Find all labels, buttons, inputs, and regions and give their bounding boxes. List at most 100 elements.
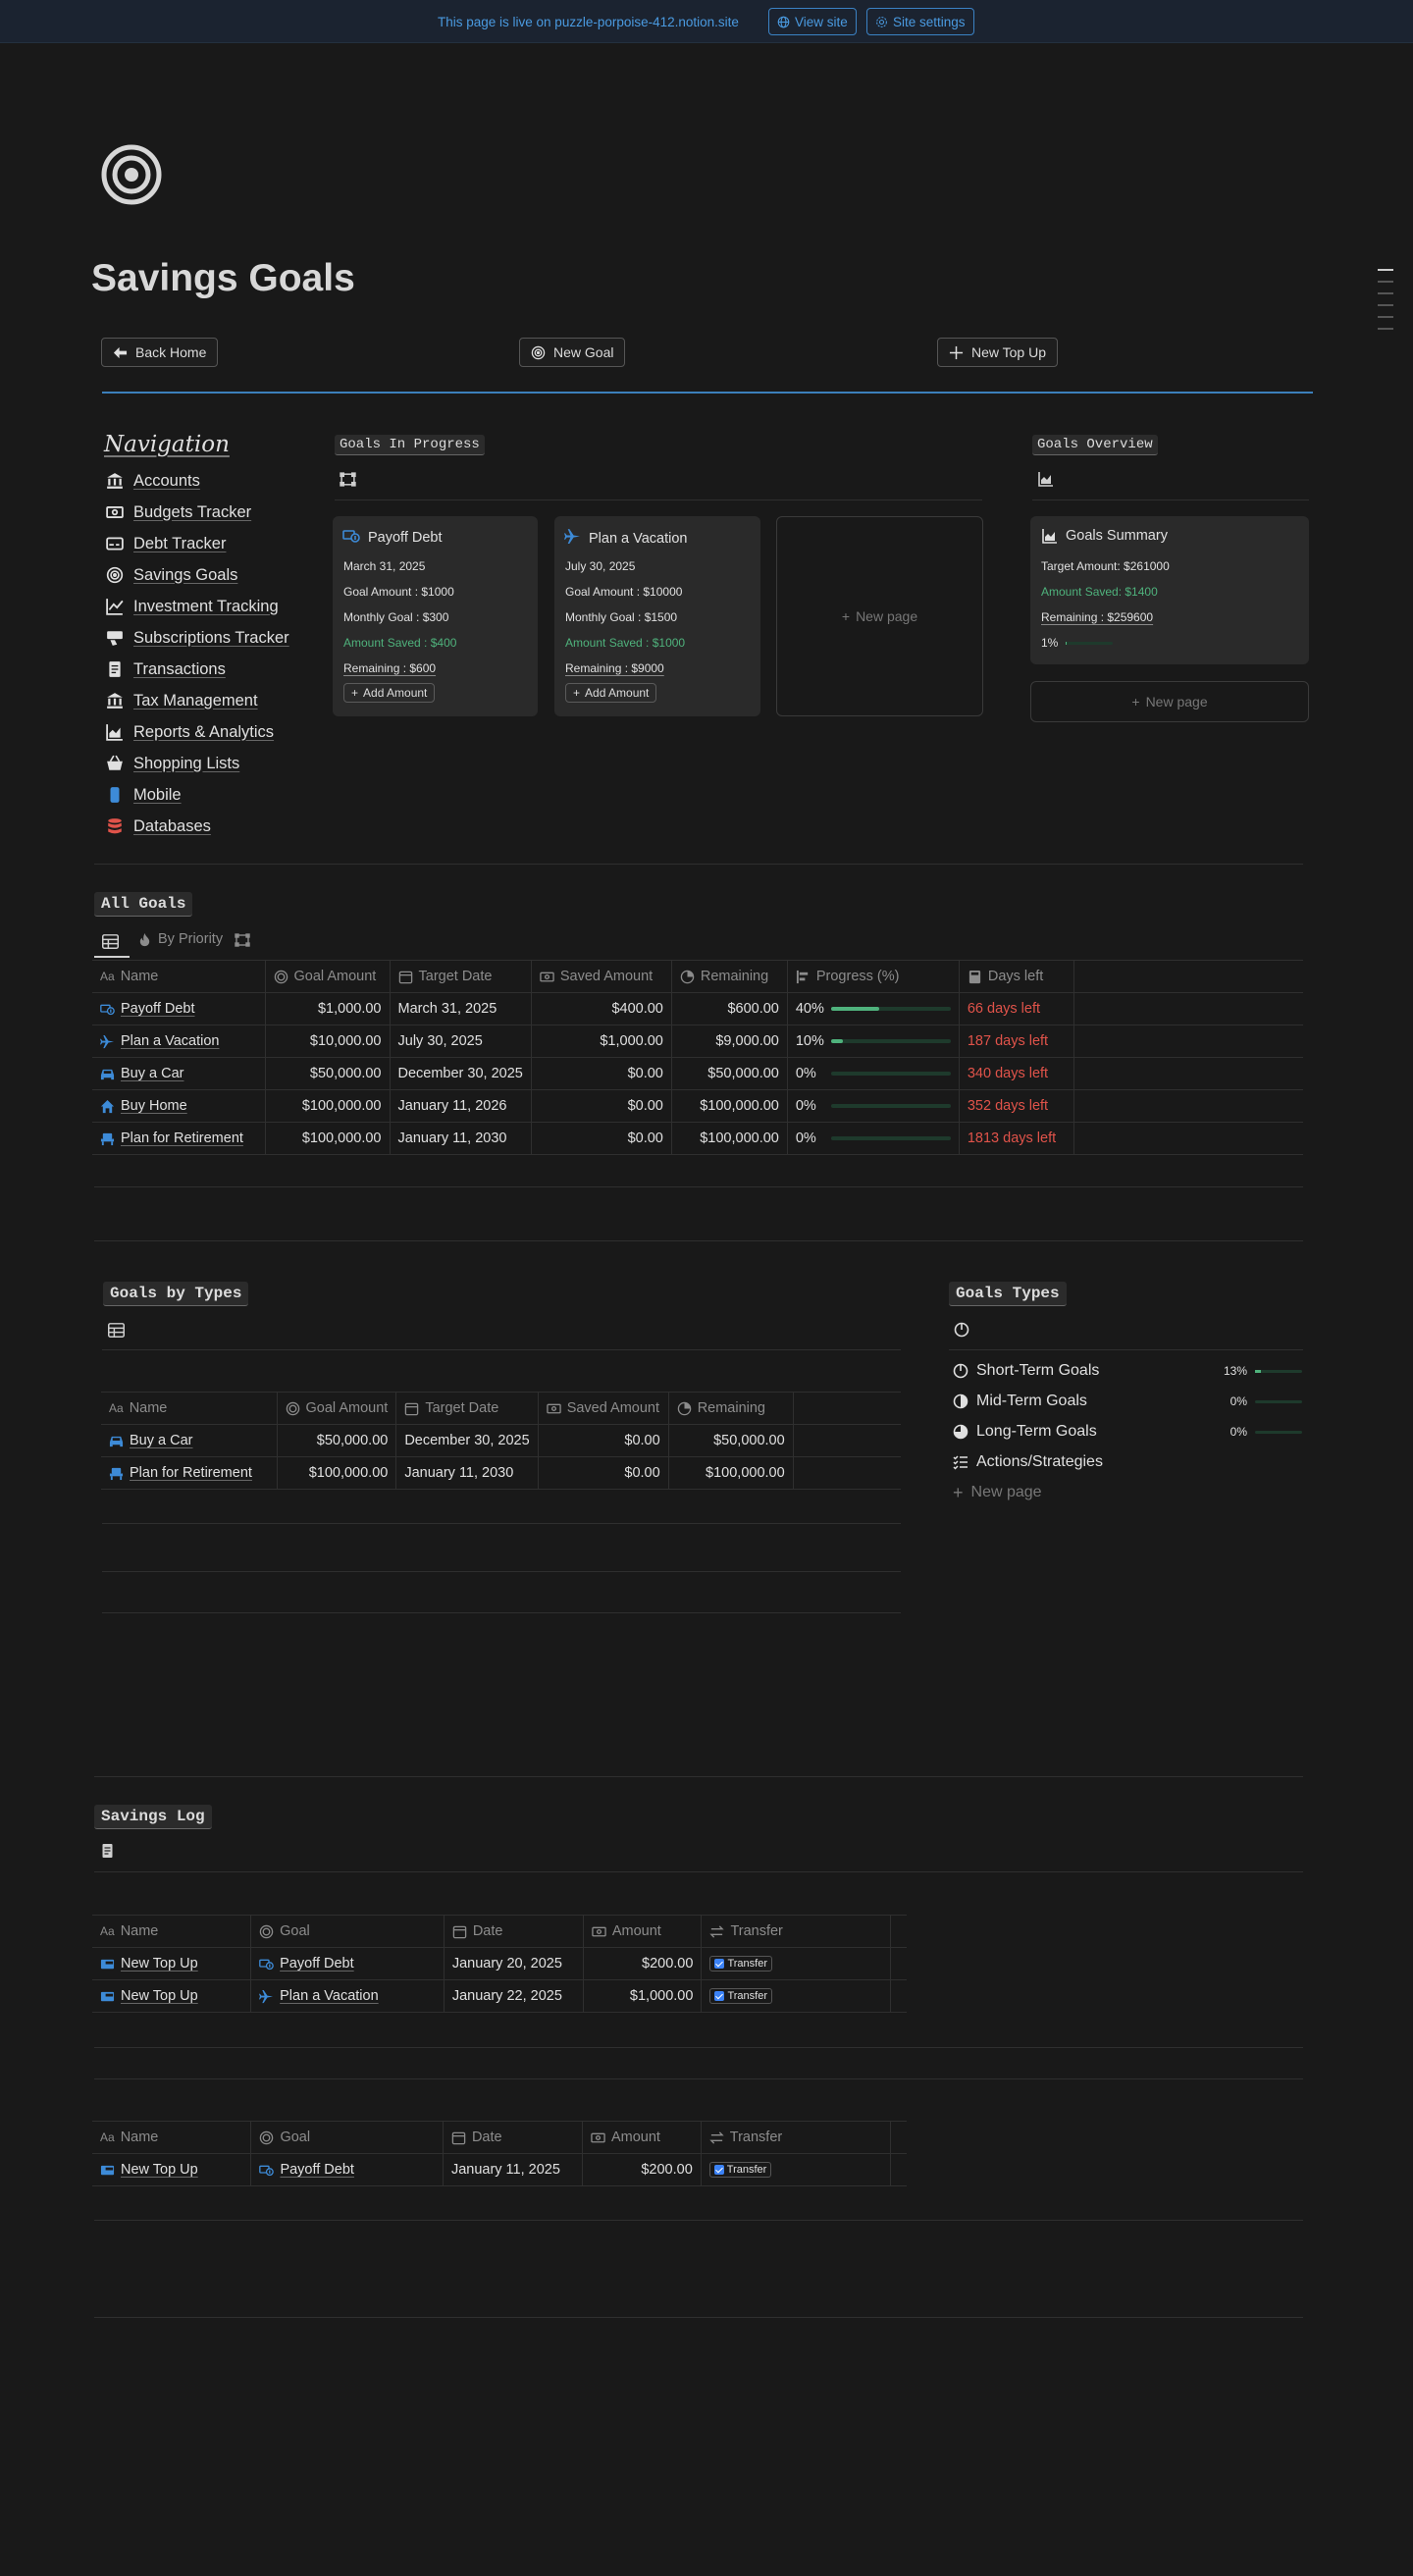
cell-name[interactable]: Buy a Car	[92, 1058, 265, 1090]
toc-marker[interactable]	[1378, 281, 1393, 283]
column-header-date[interactable]: Date	[442, 2121, 583, 2154]
nav-item-databases[interactable]: Databases	[106, 815, 211, 838]
toc-marker[interactable]	[1378, 304, 1393, 306]
goal-card-payoff-debt[interactable]: Payoff Debt March 31, 2025 Goal Amount :…	[333, 516, 538, 716]
column-header-name[interactable]: Aa Name	[92, 1916, 251, 1948]
toc-marker[interactable]	[1378, 269, 1393, 271]
column-header-transfer[interactable]: Transfer	[701, 1915, 891, 1948]
column-header-goal[interactable]: Goal	[250, 1915, 445, 1948]
new-top-up-button[interactable]: New Top Up	[937, 338, 1059, 367]
goals-summary-card[interactable]: Goals Summary Target Amount: $261000 Amo…	[1030, 516, 1309, 664]
cell-goal[interactable]: Payoff Debt	[250, 2153, 444, 2186]
table-row[interactable]: New Top Up Plan a Vacation January 22, 202…	[92, 1979, 907, 2013]
view-site-button[interactable]: View site	[768, 8, 857, 35]
cell-name[interactable]: Payoff Debt	[92, 993, 265, 1025]
column-header-remaining[interactable]: Remaining	[670, 960, 788, 993]
cell-name[interactable]: Plan for Retirement	[101, 1457, 277, 1490]
toc-marker[interactable]	[1378, 292, 1393, 294]
target-page-icon[interactable]	[101, 144, 162, 205]
nav-item-savings-goals[interactable]: Savings Goals	[106, 563, 237, 587]
site-settings-button[interactable]: Site settings	[866, 8, 974, 35]
new-goal-button[interactable]: New Goal	[519, 338, 626, 367]
column-header-saved-amount[interactable]: Saved Amount	[530, 960, 672, 993]
nav-item-investment-tracking[interactable]: Investment Tracking	[106, 595, 279, 618]
column-header-goal-amount[interactable]: Goal Amount	[276, 1392, 396, 1425]
back-home-button[interactable]: Back Home	[101, 338, 219, 367]
new-page-button[interactable]: + New page	[953, 1481, 1042, 1504]
table-row[interactable]: Buy a Car $50,000.00 December 30, 2025 $0.0…	[92, 1057, 1303, 1090]
nav-item-debt-tracker[interactable]: Debt Tracker	[106, 532, 226, 555]
tab-by-priority[interactable]: By Priority	[137, 931, 223, 947]
table-row[interactable]: Payoff Debt $1,000.00 March 31, 2025 $400.0…	[92, 992, 1303, 1025]
cell-name[interactable]: Plan for Retirement	[92, 1123, 265, 1155]
goal-type-actions-strategies[interactable]: Actions/Strategies	[953, 1450, 1103, 1474]
table-row[interactable]: Buy a Car $50,000.00 December 30, 2025 $0.0…	[101, 1424, 901, 1457]
column-header-amount[interactable]: Amount	[581, 2121, 702, 2154]
column-header-target-date[interactable]: Target Date	[389, 960, 532, 993]
nav-item-reports-analytics[interactable]: Reports & Analytics	[106, 720, 274, 744]
table-icon[interactable]	[108, 1323, 125, 1338]
column-header-target-date[interactable]: Target Date	[395, 1392, 539, 1425]
goal-type-mid-term-goals[interactable]: Mid-Term Goals	[953, 1390, 1087, 1413]
goal-type-short-term-goals[interactable]: Short-Term Goals	[953, 1359, 1099, 1383]
nav-item-tax-management[interactable]: Tax Management	[106, 689, 258, 712]
nav-item-subscriptions-tracker[interactable]: Subscriptions Tracker	[106, 626, 289, 650]
view-site-label: View site	[795, 14, 848, 29]
table-row[interactable]: Plan a Vacation $10,000.00 July 30, 2025 $1…	[92, 1025, 1303, 1058]
column-header-progress[interactable]: Progress (%)	[786, 960, 960, 993]
cell-name[interactable]: New Top Up	[92, 2154, 251, 2186]
cell-name[interactable]: Plan a Vacation	[92, 1025, 265, 1058]
column-header-name[interactable]: Aa Name	[92, 2122, 251, 2154]
card-amount-saved: Amount Saved : $400	[343, 636, 457, 650]
column-header-date[interactable]: Date	[443, 1915, 584, 1948]
cell-goal[interactable]: Plan a Vacation	[250, 1979, 445, 2013]
column-header-amount[interactable]: Amount	[582, 1915, 702, 1948]
nav-item-mobile[interactable]: Mobile	[106, 783, 182, 807]
table-row[interactable]: Plan for Retirement $100,000.00 January 11…	[92, 1122, 1303, 1155]
column-header-remaining[interactable]: Remaining	[667, 1392, 794, 1425]
column-header-goal[interactable]: Goal	[250, 2121, 444, 2154]
pie-icon[interactable]	[954, 1322, 969, 1338]
table-row[interactable]: New Top Up Payoff Debt January 20, 2025 $20…	[92, 1947, 907, 1980]
goal-type-long-term-goals[interactable]: Long-Term Goals	[953, 1420, 1097, 1444]
column-header-transfer[interactable]: Transfer	[700, 2121, 891, 2154]
nav-item-shopping-lists[interactable]: Shopping Lists	[106, 752, 239, 775]
toc-marker[interactable]	[1378, 316, 1393, 318]
card-date: July 30, 2025	[565, 559, 636, 573]
cell-name[interactable]: New Top Up	[92, 1948, 251, 1980]
cell-name[interactable]: Buy a Car	[101, 1425, 277, 1457]
tab-table[interactable]	[94, 928, 130, 958]
nav-item-accounts[interactable]: Accounts	[106, 469, 200, 493]
cell-saved-amount: $400.00	[530, 992, 672, 1025]
cell-progress: 0%	[786, 1089, 960, 1123]
transfer-icon	[709, 1924, 725, 1939]
column-header-saved-amount[interactable]: Saved Amount	[537, 1392, 669, 1425]
transfer-button[interactable]: Transfer	[709, 1955, 772, 1971]
receipt-icon[interactable]	[101, 1843, 114, 1859]
table-row[interactable]: Buy Home $100,000.00 January 11, 2026 $0.00…	[92, 1089, 1303, 1123]
nav-item-budgets-tracker[interactable]: Budgets Tracker	[106, 500, 251, 524]
toc-marker[interactable]	[1378, 328, 1393, 330]
new-page-card[interactable]: + New page	[776, 516, 983, 716]
column-header-goal-amount[interactable]: Goal Amount	[264, 960, 390, 993]
board-view-icon[interactable]	[235, 932, 250, 948]
savings-log-table-2: Aa Name Goal Date Amount Transfer New Top Up P…	[92, 2121, 907, 2186]
add-amount-button[interactable]: + Add Amount	[565, 683, 657, 703]
cell-saved-amount: $1,000.00	[530, 1025, 672, 1058]
column-header-days-left[interactable]: Days left	[958, 960, 1074, 993]
table-row[interactable]: New Top Up Payoff Debt January 11, 2025 $20…	[92, 2153, 907, 2186]
transfer-button[interactable]: Transfer	[709, 1987, 772, 2004]
transfer-button[interactable]: Transfer	[708, 2161, 772, 2178]
board-view-icon[interactable]	[340, 471, 356, 488]
table-row[interactable]: Plan for Retirement $100,000.00 January 11…	[101, 1456, 901, 1490]
column-header-name[interactable]: Aa Name	[92, 961, 265, 993]
chart-icon[interactable]	[1038, 471, 1054, 487]
nav-item-transactions[interactable]: Transactions	[106, 657, 226, 681]
add-amount-button[interactable]: + Add Amount	[343, 683, 436, 703]
column-header-name[interactable]: Aa Name	[101, 1393, 277, 1425]
cell-name[interactable]: Buy Home	[92, 1090, 265, 1123]
goal-card-plan-a-vacation[interactable]: Plan a Vacation July 30, 2025 Goal Amoun…	[554, 516, 760, 716]
cell-goal[interactable]: Payoff Debt	[250, 1947, 445, 1980]
new-page-button[interactable]: + New page	[1030, 681, 1309, 722]
cell-name[interactable]: New Top Up	[92, 1980, 251, 2013]
